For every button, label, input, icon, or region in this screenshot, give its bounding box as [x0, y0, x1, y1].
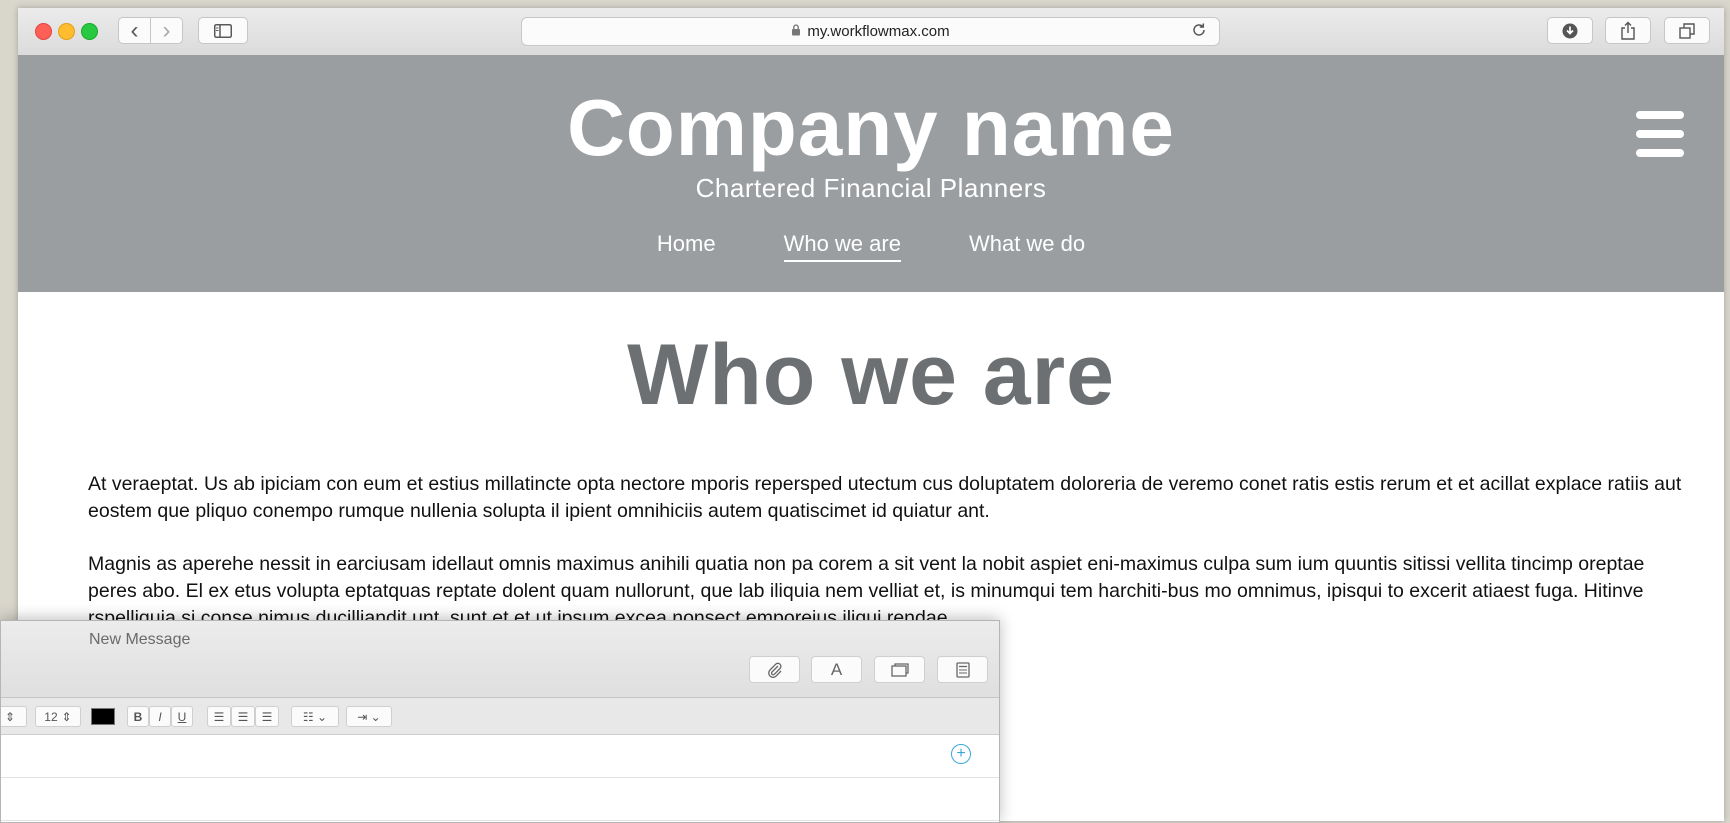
list-icon: ☷ ⌄: [302, 709, 328, 724]
intro-paragraph: At veraeptat. Us ab ipiciam con eum et e…: [88, 473, 1682, 522]
hamburger-menu-icon[interactable]: [1636, 111, 1686, 157]
format-toggle-button[interactable]: [937, 656, 988, 683]
share-button[interactable]: [1605, 17, 1651, 44]
to-field[interactable]: +: [1, 735, 999, 778]
font-size-select[interactable]: 12 ⇕: [35, 706, 81, 727]
bold-button[interactable]: B: [127, 706, 149, 727]
italic-icon: I: [158, 709, 162, 724]
font-family-select[interactable]: ⇕: [1, 706, 27, 727]
sidebar-toggle-button[interactable]: [198, 17, 248, 44]
align-left-button[interactable]: ☰: [207, 706, 231, 727]
photo-browser-button[interactable]: [874, 656, 925, 683]
chevron-left-icon: ‹: [130, 16, 139, 44]
page-title: Who we are: [627, 327, 1115, 423]
stepper-icon: ⇕: [61, 709, 72, 724]
paperclip-icon: [767, 662, 782, 678]
italic-button[interactable]: I: [149, 706, 171, 727]
align-center-icon: ☰: [237, 709, 249, 724]
cc-field[interactable]: [1, 778, 999, 821]
zoom-window-button[interactable]: [81, 23, 98, 40]
reload-icon[interactable]: [1191, 22, 1207, 43]
nav-item-what-we-do[interactable]: What we do: [969, 231, 1085, 262]
nav-item-who-we-are[interactable]: Who we are: [783, 231, 901, 262]
downloads-button[interactable]: [1547, 17, 1593, 44]
font-size-value: 12: [44, 709, 58, 724]
indent-icon: ⇥ ⌄: [357, 709, 381, 724]
download-icon: [1562, 23, 1578, 38]
underline-button[interactable]: U: [171, 706, 193, 727]
align-left-icon: ☰: [213, 709, 225, 724]
forward-button[interactable]: ›: [150, 17, 183, 44]
nav-item-home[interactable]: Home: [657, 231, 716, 262]
new-message-window: New Message A ⇕ 12 ⇕ B I U ☰ ☰ ☰ ☷ ⌄ ⇥ ⌄…: [0, 620, 1000, 823]
text-color-swatch[interactable]: [91, 708, 115, 725]
lock-icon: [791, 24, 801, 39]
stepper-icon: ⇕: [4, 709, 16, 724]
calculator-icon: [955, 661, 970, 678]
align-center-button[interactable]: ☰: [231, 706, 255, 727]
format-bar: ⇕ 12 ⇕ B I U ☰ ☰ ☰ ☷ ⌄ ⇥ ⌄: [1, 698, 999, 735]
sidebar-icon: [214, 23, 232, 38]
tab-overview-button[interactable]: [1664, 17, 1710, 44]
indent-button[interactable]: ⇥ ⌄: [346, 706, 392, 727]
address-bar[interactable]: my.workflowmax.com: [521, 17, 1220, 46]
list-style-button[interactable]: ☷ ⌄: [291, 706, 339, 727]
url-text: my.workflowmax.com: [807, 23, 950, 40]
close-window-button[interactable]: [35, 23, 52, 40]
align-right-icon: ☰: [261, 709, 273, 724]
minimize-window-button[interactable]: [58, 23, 75, 40]
company-tagline: Chartered Financial Planners: [695, 173, 1047, 203]
compose-window-title: New Message: [89, 631, 191, 648]
browser-toolbar: ‹ › my.workflowmax.com: [18, 8, 1724, 56]
attach-button[interactable]: [749, 656, 800, 683]
font-icon: A: [830, 659, 843, 679]
align-right-button[interactable]: ☰: [255, 706, 279, 727]
back-button[interactable]: ‹: [118, 17, 151, 44]
site-header: Company name Chartered Financial Planner…: [18, 55, 1724, 292]
chevron-right-icon: ›: [162, 16, 171, 44]
company-name[interactable]: Company name: [18, 83, 1724, 173]
share-icon: [1621, 21, 1635, 40]
compose-toolbar: New Message A: [1, 621, 999, 698]
underline-icon: U: [177, 709, 187, 724]
font-panel-button[interactable]: A: [811, 656, 862, 683]
window-icon: [890, 662, 909, 677]
tabs-icon: [1679, 22, 1695, 39]
main-nav: Home Who we are What we do: [18, 231, 1724, 262]
add-contact-plus-icon[interactable]: +: [951, 744, 971, 764]
bold-icon: B: [133, 709, 143, 724]
